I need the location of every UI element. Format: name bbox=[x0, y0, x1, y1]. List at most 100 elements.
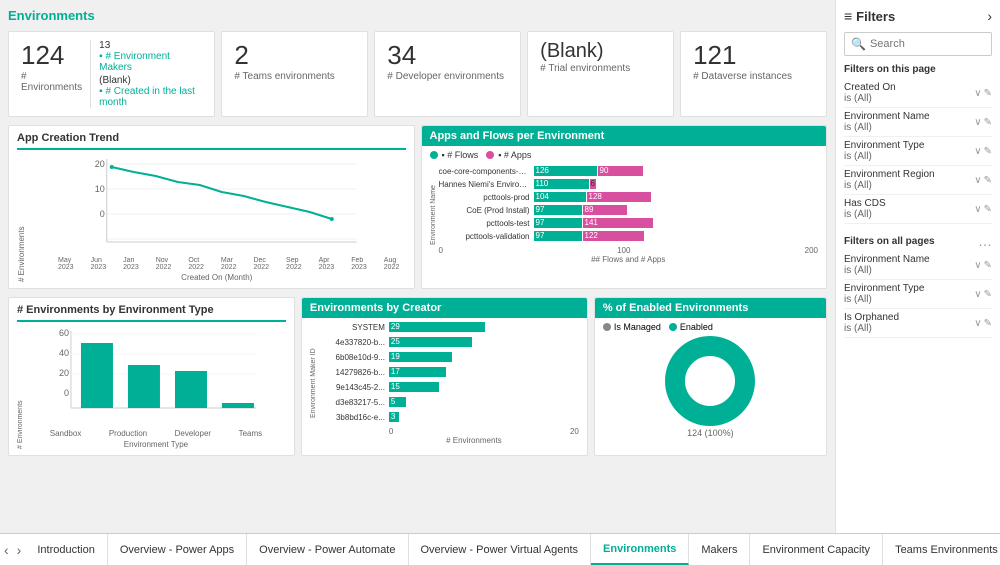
kpi-number-developer: 34 bbox=[387, 40, 508, 71]
kpi-label-dataverse: # Dataverse instances bbox=[693, 71, 814, 82]
search-input[interactable] bbox=[870, 38, 985, 50]
filter-chevron-icon-4: ∨ bbox=[974, 175, 981, 186]
donut-chart bbox=[665, 336, 755, 426]
filter-edit-icon-2[interactable]: ✎ bbox=[984, 117, 992, 128]
filter-chevron-icon-2: ∨ bbox=[974, 117, 981, 128]
filter-all-env-type[interactable]: Environment Type is (All) ∨ ✎ bbox=[844, 280, 992, 309]
tab-environment-capacity[interactable]: Environment Capacity bbox=[750, 534, 883, 565]
filters-panel: ≡ Filters › 🔍 Filters on this page Creat… bbox=[835, 0, 1000, 533]
pct-enabled-title: % of Enabled Environments bbox=[595, 298, 826, 318]
creator-row-4: 14279826-b... 17 bbox=[319, 367, 579, 377]
creator-row-1: SYSTEM 29 bbox=[319, 322, 579, 332]
env-type-x-label: Environment Type bbox=[26, 440, 286, 449]
hbar-row-2: Hannes Niemi's Environment 110 6 bbox=[439, 179, 819, 189]
charts-row-1: App Creation Trend # Environments 20 10 bbox=[8, 125, 827, 289]
filter-chevron-icon-5: ∨ bbox=[974, 204, 981, 215]
svg-text:60: 60 bbox=[59, 328, 69, 338]
filter-env-type[interactable]: Environment Type is (All) ∨ ✎ bbox=[844, 137, 992, 166]
env-creator-y-label: Environment Maker ID bbox=[310, 322, 317, 445]
env-creator-x-label: # Environments bbox=[319, 436, 579, 445]
kpi-label-teams: # Teams environments bbox=[234, 71, 355, 82]
filter-all-env-name[interactable]: Environment Name is (All) ∨ ✎ bbox=[844, 251, 992, 280]
filter-is-orphaned[interactable]: Is Orphaned is (All) ∨ ✎ bbox=[844, 309, 992, 338]
kpi-card-trial: (Blank) # Trial environments bbox=[527, 31, 674, 117]
env-by-type-title: # Environments by Environment Type bbox=[17, 304, 286, 322]
svg-text:0: 0 bbox=[64, 388, 69, 398]
kpi-number-dataverse: 121 bbox=[693, 40, 814, 71]
search-box[interactable]: 🔍 bbox=[844, 32, 992, 56]
app-creation-trend-card: App Creation Trend # Environments 20 10 bbox=[8, 125, 415, 289]
svg-text:0: 0 bbox=[100, 209, 105, 219]
creator-row-3: 6b08e10d-9... 19 bbox=[319, 352, 579, 362]
creator-row-2: 4e337820-b... 25 bbox=[319, 337, 579, 347]
env-type-y-label: # Environments bbox=[17, 326, 24, 449]
filter-chevron-icon-7: ∨ bbox=[974, 289, 981, 300]
filter-chevron-icon-8: ∨ bbox=[974, 318, 981, 329]
filter-edit-icon-3[interactable]: ✎ bbox=[984, 146, 992, 157]
hbar-row-5: pcttools-test 97 141 bbox=[439, 218, 819, 228]
donut-label: 124 (100%) bbox=[687, 428, 734, 438]
tab-nav-right[interactable]: › bbox=[13, 534, 26, 565]
tab-overview-power-virtual-agents[interactable]: Overview - Power Virtual Agents bbox=[409, 534, 592, 565]
legend-flows: ▪ # Flows bbox=[430, 150, 479, 160]
filter-chevron-icon-3: ∨ bbox=[974, 146, 981, 157]
filter-created-on[interactable]: Created On is (All) ∨ ✎ bbox=[844, 79, 992, 108]
bottom-row: # Environments by Environment Type # Env… bbox=[8, 297, 827, 456]
kpi-card-developer: 34 # Developer environments bbox=[374, 31, 521, 117]
filter-edit-icon-6[interactable]: ✎ bbox=[984, 260, 992, 271]
tab-makers[interactable]: Makers bbox=[689, 534, 750, 565]
creator-row-5: 9e143c45-2... 15 bbox=[319, 382, 579, 392]
filter-env-name[interactable]: Environment Name is (All) ∨ ✎ bbox=[844, 108, 992, 137]
tabs-bar: ‹ › Introduction Overview - Power Apps O… bbox=[0, 533, 1000, 565]
filter-has-cds[interactable]: Has CDS is (All) ∨ ✎ bbox=[844, 195, 992, 224]
tab-nav-left[interactable]: ‹ bbox=[0, 534, 13, 565]
kpi-label-environments: # Environments bbox=[21, 71, 82, 93]
filters-all-pages-header: Filters on all pages … bbox=[844, 230, 992, 251]
filter-chevron-icon-6: ∨ bbox=[974, 260, 981, 271]
creator-row-6: d3e83217-5... 5 bbox=[319, 397, 579, 407]
apps-flows-y-label: Environment Name bbox=[430, 166, 437, 264]
env-type-chart: 60 40 20 0 bbox=[26, 326, 286, 426]
legend-apps: ▪ # Apps bbox=[486, 150, 531, 160]
filter-toggle-icon[interactable]: › bbox=[987, 8, 992, 24]
app-creation-x-label: Created On (Month) bbox=[28, 273, 406, 282]
filters-header: ≡ Filters › bbox=[844, 8, 992, 24]
filters-on-page-list: Created On is (All) ∨ ✎ Environment Name… bbox=[844, 79, 992, 224]
filters-title: ≡ Filters bbox=[844, 8, 895, 24]
filter-edit-icon-4[interactable]: ✎ bbox=[984, 175, 992, 186]
kpi-card-teams: 2 # Teams environments bbox=[221, 31, 368, 117]
filter-edit-icon-8[interactable]: ✎ bbox=[984, 318, 992, 329]
kpi-label-trial: # Trial environments bbox=[540, 63, 661, 74]
kpi-number-trial: (Blank) bbox=[540, 40, 661, 63]
tab-introduction[interactable]: Introduction bbox=[25, 534, 107, 565]
tab-environments[interactable]: Environments bbox=[591, 534, 689, 565]
search-icon: 🔍 bbox=[851, 37, 866, 51]
filters-all-pages-label: Filters on all pages bbox=[844, 236, 935, 247]
filter-chevron-icon: ∨ bbox=[974, 88, 981, 99]
app-creation-trend-title: App Creation Trend bbox=[17, 132, 406, 150]
hbar-row-6: pcttools-validation 97 122 bbox=[439, 231, 819, 241]
filter-edit-icon[interactable]: ✎ bbox=[984, 88, 992, 99]
kpi-number-teams: 2 bbox=[234, 40, 355, 71]
filter-edit-icon-5[interactable]: ✎ bbox=[984, 204, 992, 215]
kpi-label-developer: # Developer environments bbox=[387, 71, 508, 82]
filter-env-region[interactable]: Environment Region is (All) ∨ ✎ bbox=[844, 166, 992, 195]
apps-flows-title: Apps and Flows per Environment bbox=[422, 126, 827, 146]
svg-text:20: 20 bbox=[59, 368, 69, 378]
svg-text:10: 10 bbox=[95, 184, 105, 194]
hbar-row-4: CoE (Prod Install) 97 89 bbox=[439, 205, 819, 215]
hbar-row-1: coe-core-components-dev 126 90 bbox=[439, 166, 819, 176]
kpi-card-dataverse: 121 # Dataverse instances bbox=[680, 31, 827, 117]
page-title: Environments bbox=[8, 8, 827, 23]
app-creation-y-label: # Environments bbox=[17, 154, 26, 282]
filter-dots-icon[interactable]: … bbox=[978, 233, 992, 249]
tab-teams-environments[interactable]: Teams Environments bbox=[883, 534, 1000, 565]
kpi-row: 124 # Environments 13 ▪ # Environment Ma… bbox=[8, 31, 827, 117]
filter-edit-icon-7[interactable]: ✎ bbox=[984, 289, 992, 300]
filters-all-pages-list: Environment Name is (All) ∨ ✎ Environmen… bbox=[844, 251, 992, 338]
tab-overview-power-automate[interactable]: Overview - Power Automate bbox=[247, 534, 408, 565]
pct-enabled-card: % of Enabled Environments Is Managed Ena… bbox=[594, 297, 827, 456]
tab-overview-power-apps[interactable]: Overview - Power Apps bbox=[108, 534, 247, 565]
creator-row-7: 3b8bd16c-e... 3 bbox=[319, 412, 579, 422]
filters-on-page-label: Filters on this page bbox=[844, 64, 992, 75]
